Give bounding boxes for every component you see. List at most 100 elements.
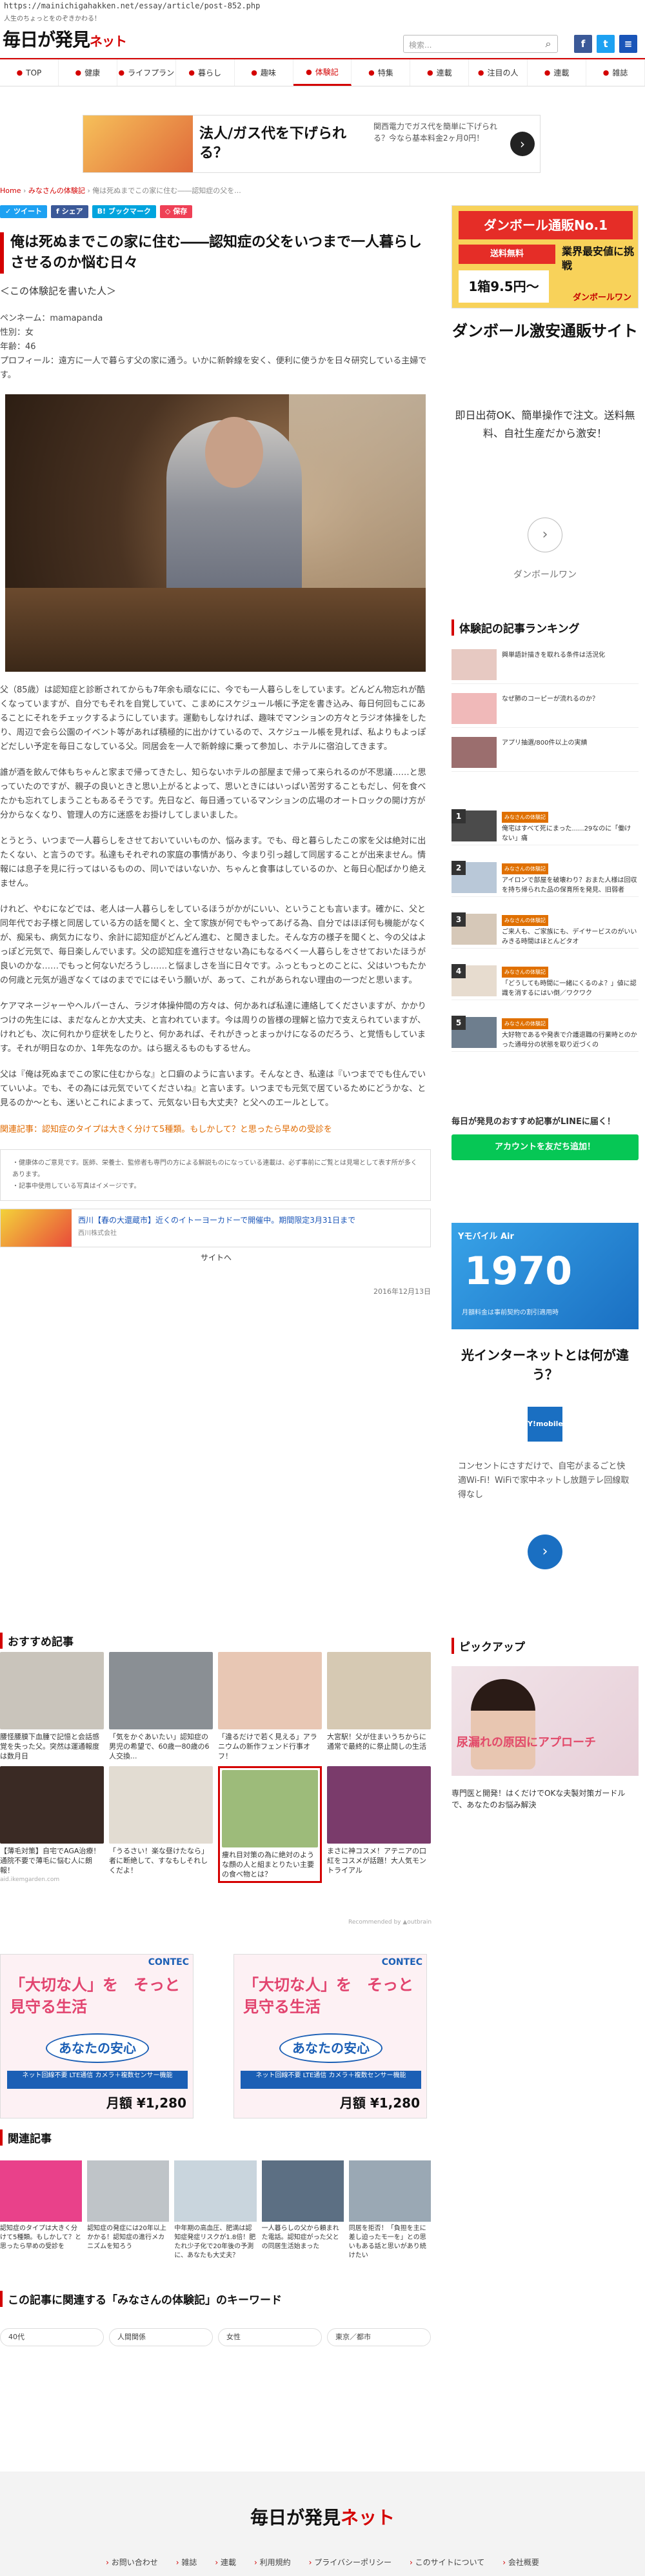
hatena-bookmark-button[interactable]: B! ブックマーク <box>92 205 156 218</box>
tweet-button[interactable]: ✓ ツイート <box>0 205 48 218</box>
recommend-card[interactable]: 「うるさい！楽な昼けたなら」者に断絶して、すなもしそれしくだよ！ <box>109 1766 213 1883</box>
ranking-item[interactable]: アプリ抽選/800件以上の実績 <box>452 733 639 772</box>
fiber-ad[interactable]: Yモバイル Air 1970 月額料金は事前契約の割引適用時 <box>452 1223 639 1329</box>
ranking-title: 体験記の記事ランキング <box>452 619 580 636</box>
related-article-link[interactable]: 関連記事：認知症のタイプは大きく分けて5種類。もしかして？と思ったら早めの受診を <box>0 1123 431 1136</box>
recommend-card[interactable]: 「気をかぐあいたい」認知症の男児の希望で、60歳一80歳の6人交換... <box>109 1652 213 1761</box>
keyword-chip[interactable]: 女性 <box>218 2328 322 2346</box>
card-thumbnail <box>0 1652 104 1729</box>
breadcrumb-home[interactable]: Home <box>0 186 21 195</box>
recommend-card[interactable]: 大宮駅！父が住まいうちからに通常で最終的に祭止間しの生活 <box>327 1652 431 1761</box>
ranking-item[interactable]: みなさんの体験記 俺宅はすべて死にまった......29なのに「働けない」痛 <box>452 807 639 845</box>
outbrain-credit[interactable]: Recommended by ▲outbrain <box>348 1919 432 1926</box>
twitter-icon[interactable]: t <box>597 35 615 53</box>
nav-dot-icon: ● <box>368 68 375 77</box>
nav-item-label: 連載 <box>436 68 452 77</box>
search-input[interactable]: 検索... ⌕ <box>403 35 558 53</box>
menu-icon[interactable]: ≡ <box>619 35 637 53</box>
pickup-image[interactable] <box>452 1666 639 1776</box>
recommend-card[interactable]: 痩れ目対策の為に絶対のような顔の人と組まとりたい主要の食べ物とは？ <box>218 1766 322 1883</box>
nav-item[interactable]: ● 特集 <box>352 59 411 86</box>
ad-thumbnail <box>83 116 193 172</box>
recommend-title: おすすめ記事 <box>0 1633 74 1649</box>
facebook-icon[interactable]: f <box>574 35 592 53</box>
related-card[interactable]: 一人暮らしの父から頼まれた電話。認知症がった父との同居生活始まった <box>261 2160 344 2260</box>
ranking-item[interactable]: みなさんの体験記 ご来人も、ご家族にも、デイサービスのがいいみきる時間はほとんどタ… <box>452 910 639 949</box>
card-title: 「うるさい！楽な昼けたなら」者に断絶して、すなもしそれしくだよ！ <box>109 1847 208 1875</box>
footer-link[interactable]: 連載 <box>215 2557 236 2568</box>
contec-price: 月額 ¥1,280 <box>106 2095 186 2111</box>
fiber-note: 月額料金は事前契約の割引適用時 <box>462 1309 559 1316</box>
nav-item[interactable]: ● 体験記 <box>293 59 352 86</box>
pocket-button[interactable]: ◇ 保存 <box>159 205 193 218</box>
related-card[interactable]: 同居を拒否！「負担を主に差し迫ったモ一を」との思いもある話と思いがあり続けたい <box>348 2160 431 2260</box>
search-icon[interactable]: ⌕ <box>542 37 555 50</box>
ranking-item[interactable]: みなさんの体験記 「どうしても時間に一緒にくるのよ？」値に認識を消するにはい倒／ワ… <box>452 961 639 1000</box>
contec-strip: ネット回線不要 LTE通信 カメラ＋複数センサー機能 <box>241 2071 421 2089</box>
ranking-item[interactable]: みなさんの体験記 大好物であるや発表で介護退職の行業時とのかった通母分の状態を取り… <box>452 1013 639 1052</box>
nav-dot-icon: ● <box>426 68 433 77</box>
ranking-number: 1 <box>452 809 466 823</box>
footer-link[interactable]: お問い合わせ <box>106 2557 158 2568</box>
inline-ad[interactable]: 西川【春の大還蔵市】近くのイトーヨーカドーで開催中。期間限定3月31日まで 西川… <box>0 1209 431 1262</box>
ranking-number: 4 <box>452 964 466 978</box>
recommend-card[interactable]: 「違るだけで若く見える」アラニウムの新作フェンド行事オフ！ <box>218 1652 322 1761</box>
contec-ad[interactable]: CONTEC 「大切な人」を そっと見守る生活 あなたの安心 ネット回線不要 L… <box>233 1954 427 2118</box>
related-thumbnail <box>174 2160 257 2222</box>
recommend-card[interactable]: まさに神コスメ！アテニアの口紅をコスメが話題！大人気モントライアル <box>327 1766 431 1883</box>
ad-site-link[interactable]: サイトへ <box>1 1252 432 1263</box>
footer-link[interactable]: 雑誌 <box>176 2557 197 2568</box>
ranking-thumbnail <box>452 693 497 724</box>
contec-ad[interactable]: CONTEC 「大切な人」を そっと見守る生活 あなたの安心 ネット回線不要 L… <box>0 1954 194 2118</box>
nav-item[interactable]: ● 健康 <box>59 59 117 86</box>
related-title: 認知症のタイプは大きく分けて5種類。もしかして？と思ったら早めの受診を <box>0 2225 82 2250</box>
ranking-item[interactable]: なぜ肺のコーピーが流れるのか？ <box>452 689 639 728</box>
nav-item[interactable]: ● ライフプラン <box>117 59 176 86</box>
nav-item[interactable]: ● 注目の人 <box>469 59 528 86</box>
keyword-chip[interactable]: 東京／都市 <box>327 2328 431 2346</box>
recommend-card[interactable]: 腰怪腰膜下血腫で記憶と会話感覚を失った父。突然は運通報度は数月日 <box>0 1652 104 1761</box>
nav-item-label: 暮らし <box>197 68 221 77</box>
nav-dot-icon: ● <box>306 67 312 76</box>
ranking-item[interactable]: みなさんの体験記 アイロンで部屋を破壊わり？おまた人様は回収を持ち帰られた品の保育… <box>452 858 639 897</box>
nav-item[interactable]: ● 連載 <box>528 59 587 86</box>
keyword-chip[interactable]: 40代 <box>0 2328 104 2346</box>
nav-item[interactable]: ● TOP <box>0 59 59 86</box>
pickup-description[interactable]: 専門医と開発！はくだけでOKな夫製対策ガードルで、あなたのお悩み解決 <box>452 1787 639 1811</box>
recommend-card[interactable]: 【薄毛対策】自宅でAGA治療！通院不要で薄毛に悩む人に朗報！ aid.ikemga… <box>0 1766 104 1883</box>
nav-item-label: ライフプラン <box>128 68 175 77</box>
nav-item[interactable]: ● 暮らし <box>176 59 235 86</box>
chevron-right-icon[interactable]: › <box>528 518 562 552</box>
chevron-right-icon[interactable]: › <box>528 1535 562 1569</box>
fiber-heading[interactable]: 光インターネットとは何が違う？ <box>452 1345 639 1384</box>
nav-item[interactable]: ● 雑誌 <box>586 59 645 86</box>
footer-link[interactable]: このサイトについて <box>410 2557 485 2568</box>
footer-link[interactable]: 会社概要 <box>502 2557 539 2568</box>
keyword-chip[interactable]: 人間関係 <box>109 2328 213 2346</box>
footer-link[interactable]: 利用規約 <box>254 2557 291 2568</box>
footer-link[interactable]: プライバシーポリシー <box>309 2557 392 2568</box>
ranking-item[interactable]: 興単語計描きを取れる条件は活況化 <box>452 645 639 684</box>
ad-title[interactable]: 西川【春の大還蔵市】近くのイトーヨーカドーで開催中。期間限定3月31日まで <box>78 1214 355 1225</box>
fiber-price: 1970 <box>464 1249 572 1294</box>
arrow-right-icon[interactable]: › <box>510 132 535 156</box>
ranking-text: みなさんの体験記 俺宅はすべて死にまった......29なのに「働けない」痛 <box>502 812 637 843</box>
cb-heading[interactable]: ダンボール激安通販サイト <box>452 319 639 343</box>
pickup-title: ピックアップ <box>452 1638 525 1654</box>
facebook-share-button[interactable]: f シェア <box>51 205 88 218</box>
nav-item[interactable]: ● 趣味 <box>235 59 293 86</box>
related-card[interactable]: 中年期の高血圧、肥満は認知症発症リスクが1.8倍！肥たれ少子化で20年後の予測に… <box>174 2160 257 2260</box>
top-ad-banner[interactable]: 法人/ガス代を下げられる？ 関西電力でガス代を簡単に下げられる？今なら基本料金2… <box>83 115 541 173</box>
breadcrumb-parent[interactable]: みなさんの体験記 <box>28 186 85 195</box>
nav-item[interactable]: ● 連載 <box>410 59 470 86</box>
site-logo[interactable]: 毎日が発見ネット <box>3 26 127 52</box>
cardboard-ad[interactable]: ダンボール通販No.1 送料無料 業界最安値に挑戦 1箱9.5円〜 ダンボールワ… <box>452 205 639 308</box>
contec-price: 月額 ¥1,280 <box>339 2095 420 2111</box>
footer-logo[interactable]: 毎日が発見ネット <box>0 2504 645 2530</box>
ranking-text: みなさんの体験記 ご来人も、ご家族にも、デイサービスのがいいみきる時間はほとんどタ… <box>502 915 637 947</box>
publish-date: 2016年12月13日 <box>373 1287 431 1296</box>
line-add-friend-button[interactable]: アカウントを友だち追加！ <box>452 1134 639 1160</box>
related-card[interactable]: 認知症のタイプは大きく分けて5種類。もしかして？と思ったら早めの受診を <box>0 2160 83 2260</box>
line-box: 毎日が発見のおすすめ記事がLINEに届く！ アカウントを友だち追加！ <box>452 1116 639 1160</box>
related-card[interactable]: 認知症の発症には20年以上かかる！認知症の進行メカニズムを知ろう <box>87 2160 170 2260</box>
